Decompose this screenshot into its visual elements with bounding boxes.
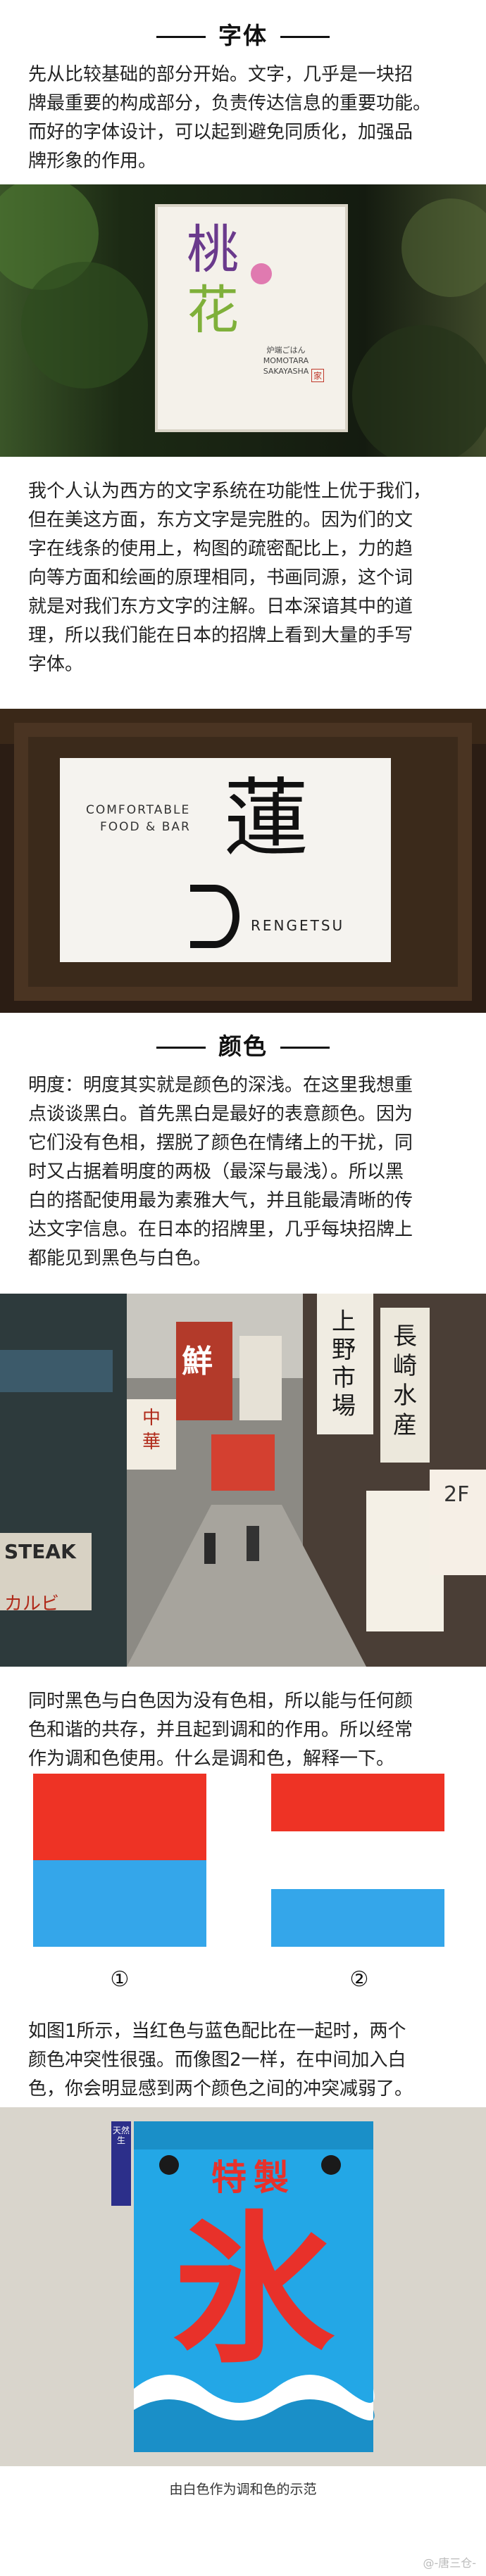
- heading-rule-left: [156, 1047, 206, 1049]
- sign-nagasaki-suisan: 長崎水産: [393, 1322, 417, 1439]
- sign-karubi: カルビ: [4, 1593, 60, 1615]
- figure-2-blue-block: [271, 1889, 444, 1947]
- section-heading-color: 颜色: [0, 1028, 486, 1061]
- photo-caption: 由白色作为调和色的示范: [169, 2482, 317, 2497]
- sign-title-line-2: 花: [187, 280, 239, 341]
- figure-1-red-block: [33, 1774, 206, 1860]
- peach-mark-icon: [251, 263, 272, 284]
- figure-2: [271, 1774, 444, 1947]
- heading-text: 颜色: [218, 1033, 268, 1060]
- watermark: @-唐三仓-: [423, 2556, 476, 2570]
- banner-tag: 天然生: [113, 2126, 130, 2145]
- figure-1-blue-block: [33, 1860, 206, 1947]
- banner-main-char: 氷: [172, 2195, 335, 2385]
- photo-momotara-sign: 桃 花 炉端ごはん MOMOTARA SAKAYASHA 家: [0, 184, 486, 457]
- section-heading-font: 字体: [0, 17, 486, 51]
- page: 字体 先从比较基础的部分开始。文字，几乎是一块招 牌最重要的构成部分，负责传达信…: [0, 0, 486, 2576]
- sign-small-line-2: MOMOTARA: [263, 356, 309, 365]
- heading-text: 字体: [218, 22, 268, 49]
- sign-name: RENGETSU: [251, 917, 345, 934]
- paragraph-east-west: 我个人认为西方的文字系统在功能性上优于我们， 但在美这方面，东方文字是完胜的。因…: [28, 481, 432, 675]
- sign-kanji-ren: 蓮: [224, 770, 309, 868]
- paragraph-figure-explanation: 如图1所示，当红色与蓝色配比在一起时，两个 颜色冲突性很强。而像图2一样，在中间…: [28, 2021, 413, 2100]
- figure-2-red-block: [271, 1774, 444, 1831]
- sign-chuka: 中華: [142, 1408, 161, 1453]
- heading-rule-right: [280, 36, 330, 38]
- figure-1: [33, 1774, 206, 1947]
- moon-mark-icon: [190, 885, 239, 948]
- sign-fresh: 鮮: [182, 1344, 213, 1379]
- figure-2-label: ②: [349, 1967, 369, 1992]
- banner-top-text: 特製: [211, 2157, 296, 2198]
- sign-ueno-market: 上野市場: [332, 1308, 356, 1420]
- sign-2f: 2F: [444, 1482, 470, 1507]
- sign-seal: 家: [311, 369, 325, 382]
- figure-1-label: ①: [110, 1967, 130, 1992]
- heading-rule-left: [156, 36, 206, 38]
- sign-steak: STEAK: [4, 1540, 76, 1563]
- paragraph-lightness: 明度：明度其实就是颜色的深浅。在这里我想重 点谈谈黑白。首先黑白是最好的表意颜色…: [28, 1075, 413, 1269]
- paragraph-harmony-color: 同时黑色与白色因为没有色相，所以能与任何颜 色和谐的共存，并且起到调和的作用。所…: [28, 1691, 413, 1769]
- sign-small-line-1: 炉端ごはん: [266, 346, 306, 355]
- heading-rule-right: [280, 1047, 330, 1049]
- photo-ice-banner: 特製 氷 天然生: [0, 2107, 486, 2466]
- photo-rengetsu-sign: COMFORTABLE FOOD & BAR 蓮 RENGETSU: [0, 709, 486, 1013]
- photo-street-scene: 上野市場 長崎水産 鮮 中華 STEAK カルビ 2F: [0, 1294, 486, 1667]
- paragraph-intro: 先从比较基础的部分开始。文字，几乎是一块招 牌最重要的构成部分，负责传达信息的重…: [28, 64, 432, 172]
- figure-2-white-block: [271, 1831, 444, 1889]
